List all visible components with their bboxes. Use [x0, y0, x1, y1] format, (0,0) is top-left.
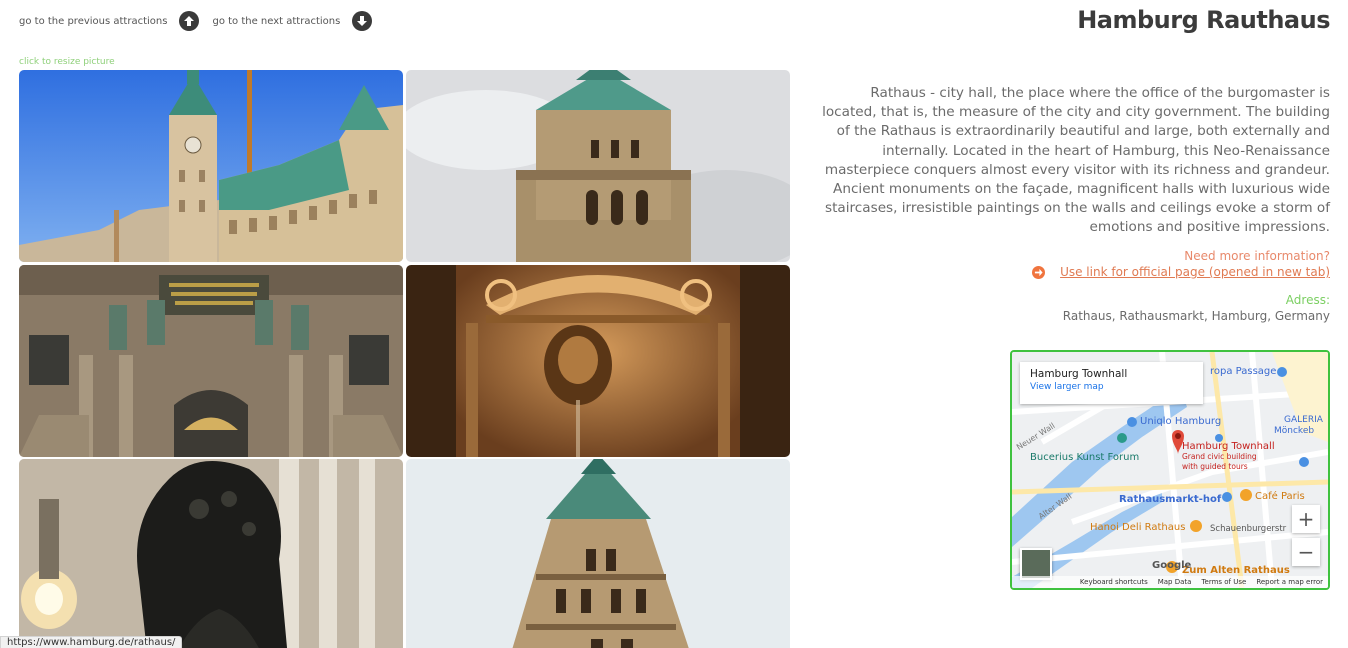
- map-label-rathausmarkt: Rathausmarkt-hof: [1119, 494, 1222, 505]
- map-label-hanoi-deli: Hanoi Deli Rathaus: [1090, 522, 1186, 533]
- map-pin-label: Hamburg Townhall Grand civic building wi…: [1182, 441, 1275, 472]
- previous-attraction-link[interactable]: go to the previous attractions: [19, 16, 167, 27]
- zoom-out-button[interactable]: −: [1292, 538, 1320, 566]
- address-label: Adress:: [1285, 293, 1330, 307]
- map-label-galeria-2: Mönckeb: [1274, 426, 1315, 436]
- zoom-in-button[interactable]: +: [1292, 505, 1320, 533]
- next-attraction-link[interactable]: go to the next attractions: [212, 16, 340, 27]
- map-label-zum-alten-rathaus: Zum Alten Rathaus: [1182, 565, 1290, 576]
- map-label-uniqlo: Uniqlo Hamburg: [1140, 416, 1222, 427]
- arrow-up-icon[interactable]: [179, 11, 200, 31]
- map-label-cafe-paris: Café Paris: [1255, 491, 1305, 502]
- official-page-link[interactable]: Use link for official page (opened in ne…: [1060, 265, 1330, 279]
- map-label-galeria: GALERIA: [1284, 415, 1323, 425]
- terms-of-use-link[interactable]: Terms of Use: [1201, 578, 1246, 586]
- gallery-photo-statue[interactable]: [19, 459, 403, 648]
- status-bar-url: https://www.hamburg.de/rathaus/: [0, 636, 183, 648]
- attraction-nav: go to the previous attractions go to the…: [19, 11, 373, 31]
- google-logo: Google: [1152, 560, 1192, 571]
- gallery-photo-tower[interactable]: [406, 70, 790, 262]
- arrow-down-icon[interactable]: [352, 11, 373, 31]
- gallery-photo-entrance[interactable]: [19, 265, 403, 457]
- map-place-card: Hamburg Townhall View larger map: [1020, 362, 1203, 404]
- gallery-photo-fountain[interactable]: [406, 265, 790, 457]
- resize-picture-hint[interactable]: click to resize picture: [19, 57, 115, 67]
- more-info-prompt: Need more information?: [1184, 249, 1330, 263]
- gallery-photo-tower-below[interactable]: [406, 459, 790, 648]
- report-map-error-link[interactable]: Report a map error: [1256, 578, 1323, 586]
- view-larger-map-link[interactable]: View larger map: [1030, 382, 1193, 392]
- map-label-bucerius: Bucerius Kunst Forum: [1030, 452, 1140, 463]
- attraction-description: Rathaus - city hall, the place where the…: [822, 85, 1330, 236]
- map-place-title: Hamburg Townhall: [1030, 368, 1128, 380]
- keyboard-shortcuts-link[interactable]: Keyboard shortcuts: [1080, 578, 1148, 586]
- map-label-passage: ropa Passage: [1210, 366, 1277, 377]
- map-footer: Keyboard shortcuts Map Data Terms of Use…: [1012, 576, 1328, 588]
- address-value: Rathaus, Rathausmarkt, Hamburg, Germany: [1062, 309, 1330, 323]
- map-label-schauenburger: Schauenburgerstr: [1210, 524, 1287, 534]
- arrow-right-icon: [1032, 265, 1046, 279]
- location-map[interactable]: ropa Passage Uniqlo Hamburg GALERIA Mönc…: [1010, 350, 1330, 590]
- page-title: Hamburg Rauthaus: [1077, 6, 1330, 34]
- map-data-link[interactable]: Map Data: [1158, 578, 1192, 586]
- official-page-link-row[interactable]: Use link for official page (opened in ne…: [1032, 265, 1330, 279]
- photo-gallery: [19, 70, 790, 648]
- gallery-photo-facade[interactable]: [19, 70, 403, 262]
